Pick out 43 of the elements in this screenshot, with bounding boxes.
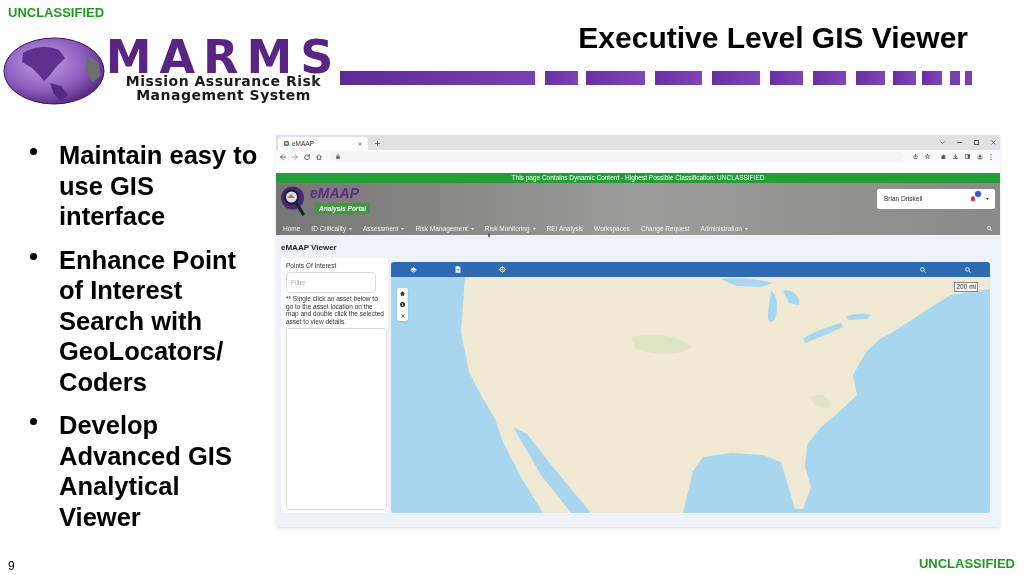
maximize-icon[interactable] — [974, 140, 979, 145]
close-icon[interactable] — [400, 313, 405, 318]
lock-icon — [336, 154, 340, 159]
favicon-icon — [284, 141, 289, 146]
locate-target-icon[interactable] — [499, 266, 506, 273]
download-icon[interactable] — [953, 154, 958, 159]
magnifier-globe-logo-icon — [280, 186, 306, 216]
address-bar-field[interactable] — [330, 152, 904, 161]
classification-label: UNCLASSIFIED — [918, 556, 1015, 572]
back-arrow-icon[interactable] — [280, 153, 286, 160]
bullet-text: Maintain easy to use GIS interface — [59, 140, 259, 232]
bullet-icon — [30, 148, 37, 155]
caret-icon — [986, 198, 989, 200]
zoom-icon[interactable] — [920, 266, 926, 273]
chevron-down-icon[interactable] — [940, 141, 945, 144]
notification-badge-icon — [974, 190, 982, 198]
share-icon[interactable] — [913, 154, 918, 159]
bullet-icon — [30, 418, 37, 425]
plus-icon[interactable] — [375, 141, 380, 146]
sidebar-icon[interactable] — [965, 154, 970, 159]
document-icon[interactable] — [455, 266, 461, 273]
profile-icon[interactable] — [977, 153, 983, 160]
bullet-text: Enhance Point of Interest Search with GeoLocators/ Coders — [59, 244, 238, 397]
bullet-icon — [30, 252, 37, 260]
bell-icon[interactable] — [970, 196, 976, 202]
bullet-text: Develop Advanced GIS Analytical Viewer — [59, 410, 233, 532]
close-icon[interactable] — [991, 140, 996, 145]
slide-title: Executive Level GIS Viewer — [578, 21, 968, 54]
page-title: eMAAP Viewer — [281, 243, 337, 253]
info-icon[interactable] — [400, 302, 405, 307]
reload-icon[interactable] — [304, 153, 310, 160]
puzzle-piece-icon[interactable] — [941, 154, 946, 159]
classification-label: UNCLASSIFIED — [8, 5, 105, 21]
layers-icon[interactable] — [410, 266, 417, 273]
search-icon[interactable] — [987, 226, 992, 231]
globe-logo-icon — [3, 37, 105, 105]
app-logo-wordmark: eMAAP — [310, 186, 359, 201]
logo-subtitle: Management System — [136, 88, 311, 102]
star-icon[interactable] — [925, 154, 930, 159]
home-icon[interactable] — [400, 291, 405, 296]
page-number: 9 — [8, 559, 15, 573]
logo-subtitle: Mission Assurance Risk — [125, 74, 322, 88]
close-icon[interactable] — [358, 141, 362, 146]
